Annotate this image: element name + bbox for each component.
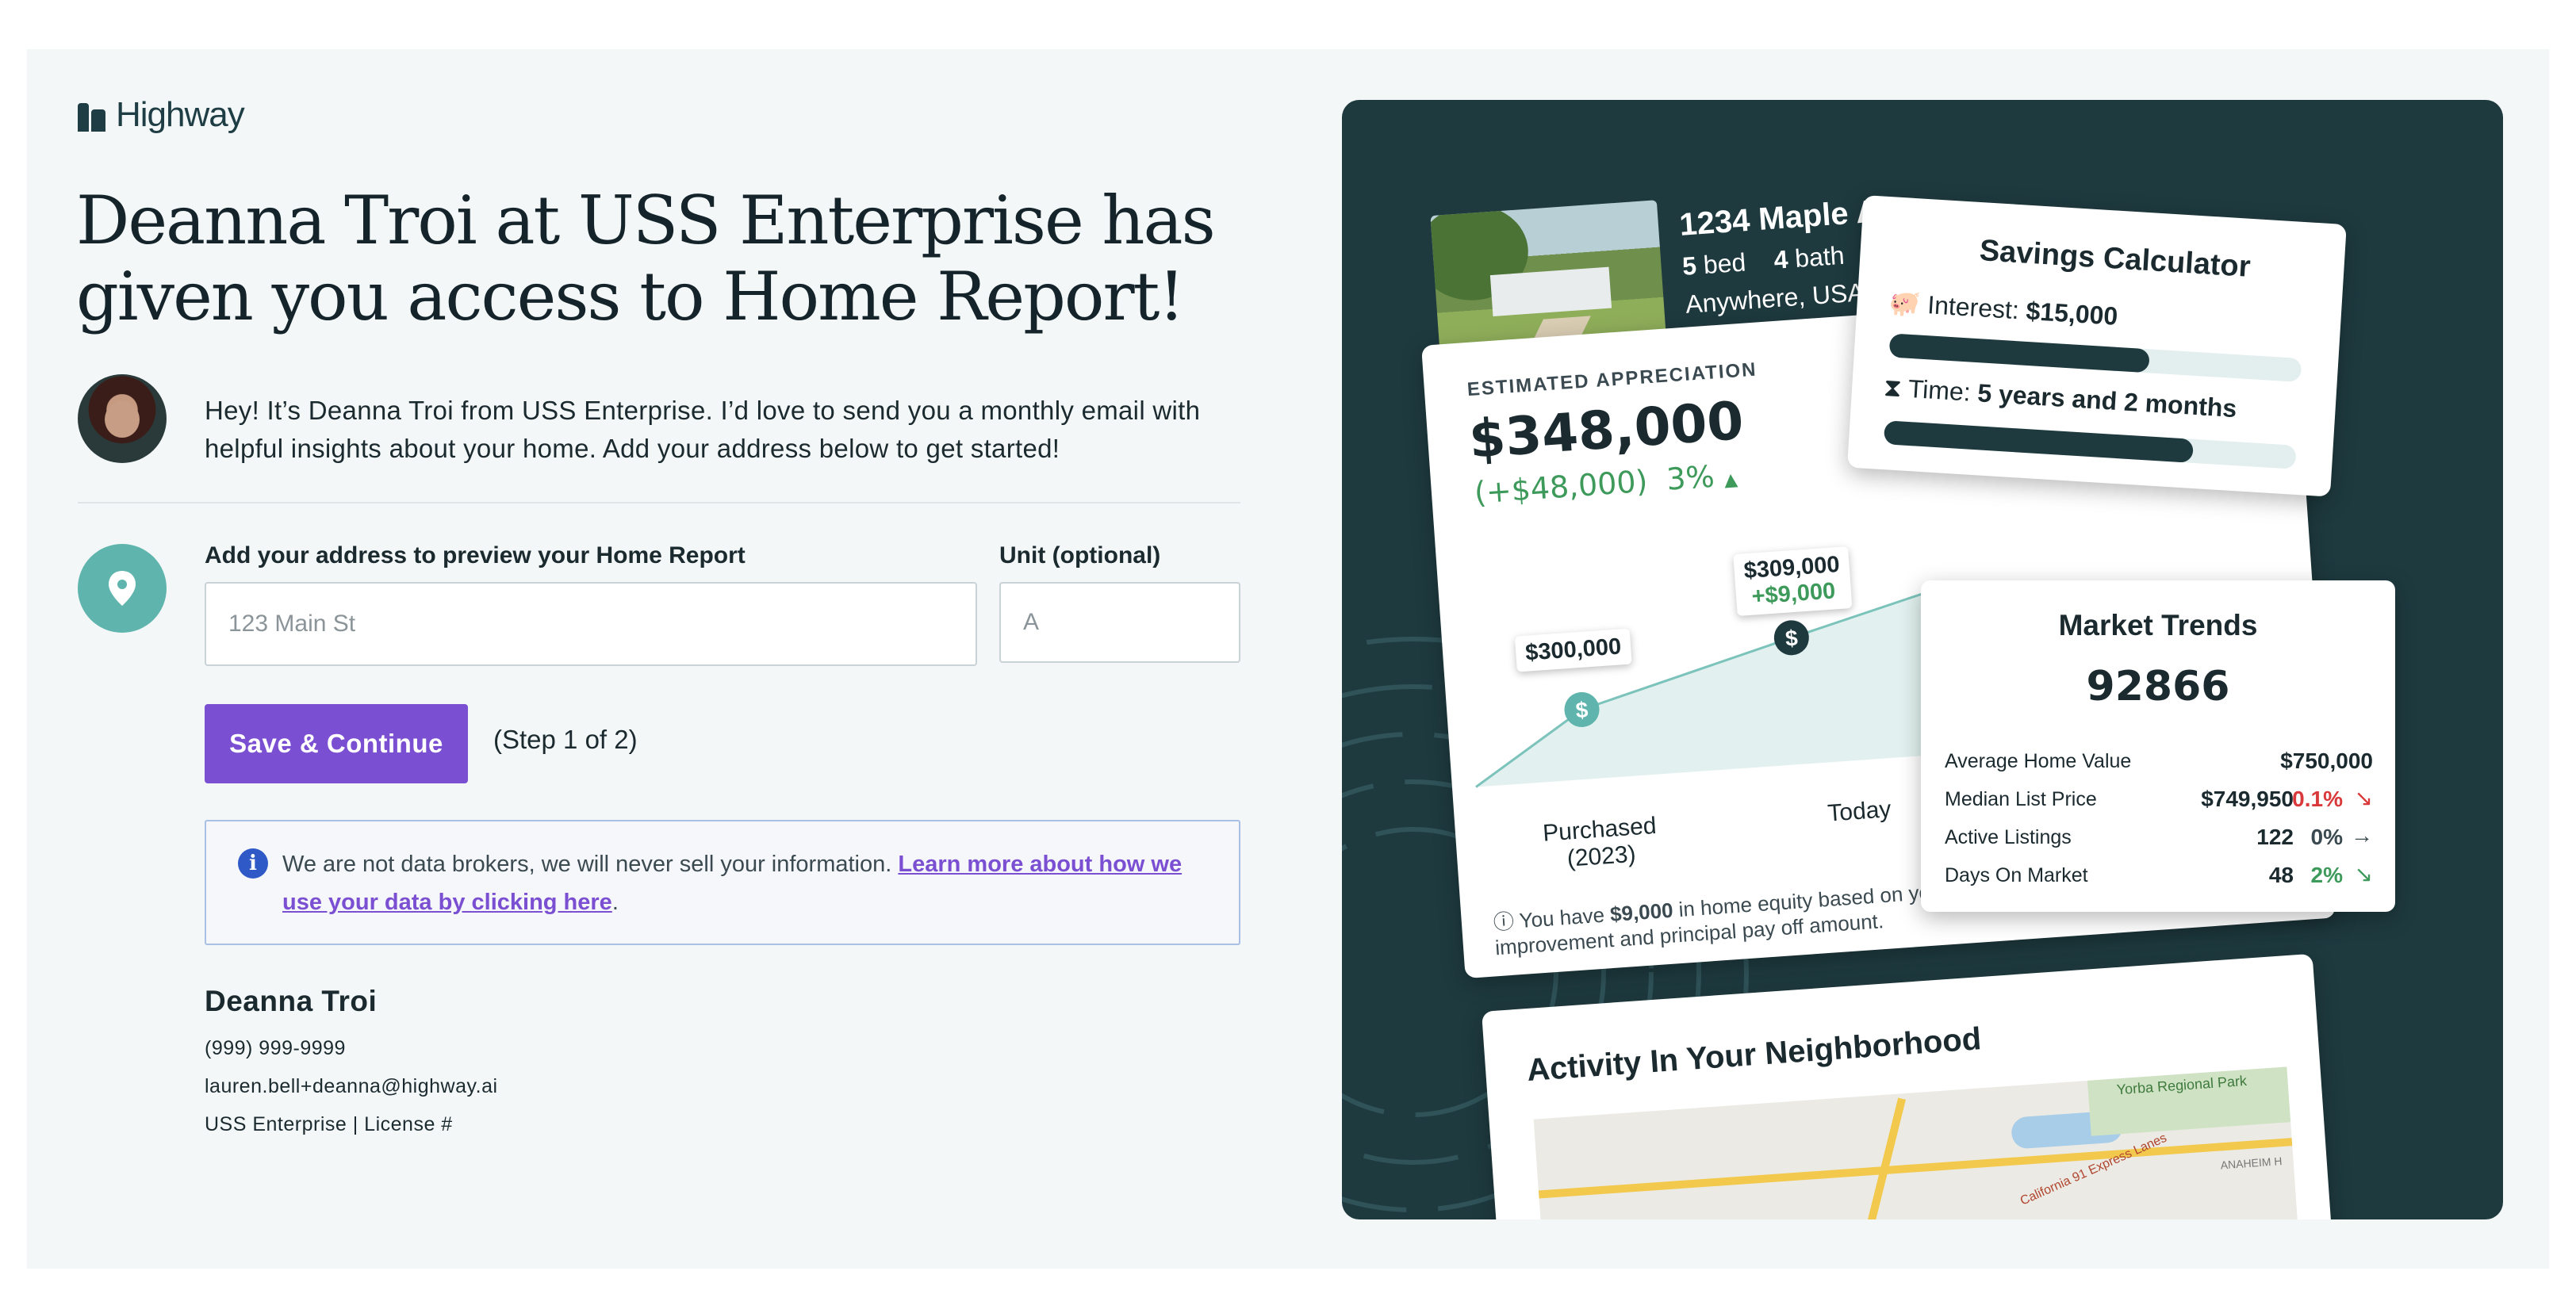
time-progress-fill: [1883, 420, 2194, 463]
trend-label: Average Home Value: [1945, 750, 2132, 772]
agent-avatar: [78, 374, 167, 463]
trend-flat-icon: →: [2351, 823, 2373, 848]
baths-count: 4: [1773, 244, 1789, 274]
interest-row: 🐖 Interest: $15,000: [1888, 287, 2119, 331]
notice-suffix: .: [611, 890, 619, 915]
intro-message: Hey! It’s Deanna Troi from USS Enterpris…: [205, 396, 1201, 463]
info-icon: i: [238, 848, 268, 879]
beds-count: 5: [1681, 251, 1698, 281]
purchased-axis-label: Purchased (2023): [1542, 813, 1659, 875]
trend-pct: 2%: [2310, 863, 2343, 887]
info-outline-icon: ⓘ: [1492, 909, 1515, 935]
interest-label: Interest:: [1926, 290, 2020, 325]
baths-label: bath: [1793, 240, 1846, 273]
property-specs: 5 bed 4 bath: [1681, 241, 1846, 281]
agent-email: lauren.bell+deanna@highway.ai: [205, 1075, 498, 1097]
map-label: ANAHEIM H: [2220, 1154, 2283, 1172]
address-label: Add your address to preview your Home Re…: [205, 542, 746, 569]
mid-price-label: $309,000 +$9,000: [1733, 546, 1853, 617]
today-axis-label: Today: [1827, 796, 1892, 827]
trend-down-icon: ↘: [2354, 862, 2373, 886]
trend-value: $750,000: [2280, 748, 2373, 773]
trend-down-icon: ↘: [2354, 786, 2373, 810]
trend-row-active-listings: Active Listings 122 0% →: [1945, 821, 2373, 853]
trend-pct: 0.1%: [2292, 787, 2343, 811]
trend-label: Days On Market: [1945, 864, 2088, 886]
market-trends-card: Market Trends 92866 Average Home Value $…: [1921, 580, 2395, 912]
mid-delta: +$9,000: [1750, 578, 1837, 610]
trend-label: Median List Price: [1945, 788, 2097, 810]
highway-logo-icon: [78, 98, 108, 132]
trend-value: 122: [2256, 825, 2294, 849]
location-pin-icon: [78, 544, 167, 633]
brand-logo[interactable]: Highway: [78, 95, 245, 135]
agent-phone: (999) 999-9999: [205, 1037, 346, 1059]
footnote-amount: $9,000: [1609, 898, 1674, 927]
agent-name: Deanna Troi: [205, 985, 378, 1017]
trend-pct: 0%: [2310, 825, 2343, 849]
trend-row-median-list: Median List Price $749,950 0.1% ↘: [1945, 783, 2373, 815]
section-divider: [78, 502, 1240, 503]
step-indicator: (Step 1 of 2): [493, 725, 638, 754]
trend-value: 48: [2268, 863, 2294, 887]
savings-calculator-card: Savings Calculator 🐖 Interest: $15,000 ⧗…: [1846, 195, 2347, 497]
neighborhood-map: Yorba Regional Park California 91 Expres…: [1533, 1066, 2302, 1219]
piggy-bank-icon: 🐖: [1888, 288, 1922, 319]
page-title: Deanna Troi at USS Enterprise has given …: [76, 182, 1216, 335]
save-continue-button[interactable]: Save & Continue: [205, 704, 468, 783]
svg-text:$: $: [1784, 626, 1799, 651]
interest-value: $15,000: [2025, 296, 2119, 331]
unit-label: Unit (optional): [999, 542, 1161, 569]
agent-intro: Hey! It’s Deanna Troi from USS Enterpris…: [78, 374, 1236, 468]
privacy-notice-text: We are not data brokers, we will never s…: [282, 852, 892, 877]
interest-progress-fill: [1888, 333, 2150, 373]
unit-input[interactable]: [999, 582, 1240, 663]
trend-up-icon: ▲: [1723, 469, 1738, 491]
property-region: Anywhere, USA: [1685, 278, 1865, 319]
brand-name: Highway: [116, 95, 245, 134]
appreciation-percent: 3%: [1665, 458, 1716, 497]
appreciation-delta: (+$48,000): [1473, 463, 1649, 511]
hourglass-icon: ⧗: [1883, 373, 1903, 403]
neighborhood-title: Activity In Your Neighborhood: [1525, 1021, 1983, 1089]
savings-title: Savings Calculator: [1978, 234, 2252, 284]
time-value: 5 years and 2 months: [1976, 378, 2238, 423]
appreciation-value: $348,000: [1466, 389, 1746, 470]
trend-row-days-on-market: Days On Market 48 2% ↘: [1945, 859, 2373, 891]
svg-text:$: $: [1575, 697, 1589, 722]
page-frame: Highway Deanna Troi at USS Enterprise ha…: [27, 49, 2549, 1269]
trends-title: Market Trends: [2058, 609, 2258, 641]
trends-zip: 92866: [2086, 663, 2230, 710]
trend-row-avg-value: Average Home Value $750,000: [1945, 745, 2373, 777]
time-label: Time:: [1907, 373, 1972, 407]
home-report-preview: 1234 Maple Av 5 bed 4 bath Anywhere, USA…: [1342, 100, 2503, 1219]
privacy-notice: i We are not data brokers, we will never…: [205, 820, 1240, 945]
time-progress: [1883, 420, 2297, 469]
beds-label: bed: [1702, 247, 1747, 280]
interest-progress: [1888, 333, 2302, 383]
address-input[interactable]: [205, 582, 977, 666]
trend-label: Active Listings: [1945, 826, 2072, 848]
agent-license: USS Enterprise | License #: [205, 1113, 453, 1135]
time-row: ⧗ Time: 5 years and 2 months: [1883, 373, 2237, 424]
trend-value: $749,950: [2201, 787, 2294, 811]
